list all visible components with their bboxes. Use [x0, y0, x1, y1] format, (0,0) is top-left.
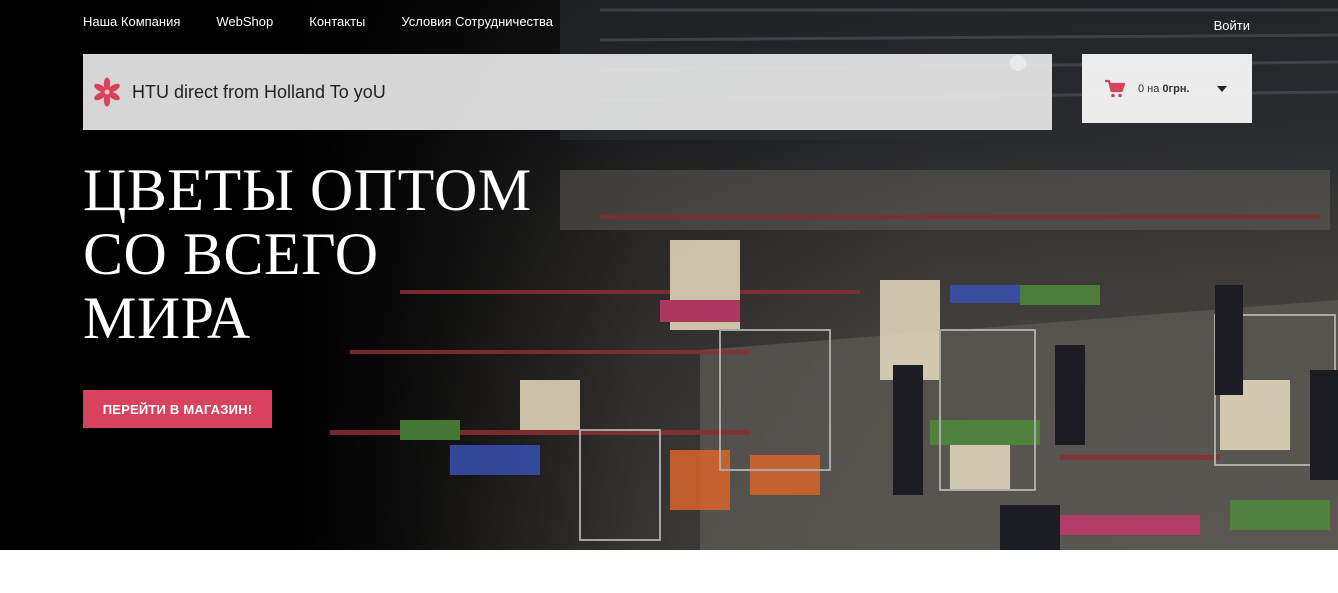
nav-item-terms[interactable]: Условия Сотрудничества — [401, 14, 553, 29]
login-link[interactable]: Войти — [1214, 18, 1250, 33]
headline-line-1: ЦВЕТЫ ОПТОМ — [83, 157, 532, 223]
hero-headline: ЦВЕТЫ ОПТОМ СО ВСЕГО МИРА — [83, 158, 532, 350]
nav-item-contacts[interactable]: Контакты — [309, 14, 365, 29]
cart-count: 0 на — [1138, 82, 1163, 95]
cart-amount: 0грн. — [1162, 82, 1190, 95]
headline-line-2: СО ВСЕГО — [83, 221, 379, 287]
top-navigation: Наша Компания WebShop Контакты Условия С… — [83, 14, 553, 29]
hero-banner: Наша Компания WebShop Контакты Условия С… — [0, 0, 1338, 550]
cart-widget[interactable]: 0 на 0грн. — [1082, 54, 1252, 123]
cart-icon[interactable] — [1104, 78, 1126, 100]
nav-item-company[interactable]: Наша Компания — [83, 14, 180, 29]
headline-line-3: МИРА — [83, 285, 251, 351]
brand-header: HTU direct from Holland To yoU — [83, 54, 1052, 130]
site-name[interactable]: HTU direct from Holland To yoU — [132, 82, 386, 103]
nav-item-webshop[interactable]: WebShop — [216, 14, 273, 29]
go-to-shop-button[interactable]: ПЕРЕЙТИ В МАГАЗИН! — [83, 390, 272, 428]
cart-summary: 0 на 0грн. — [1138, 83, 1190, 95]
flower-logo-icon[interactable] — [91, 76, 123, 108]
chevron-down-icon[interactable] — [1216, 85, 1227, 92]
